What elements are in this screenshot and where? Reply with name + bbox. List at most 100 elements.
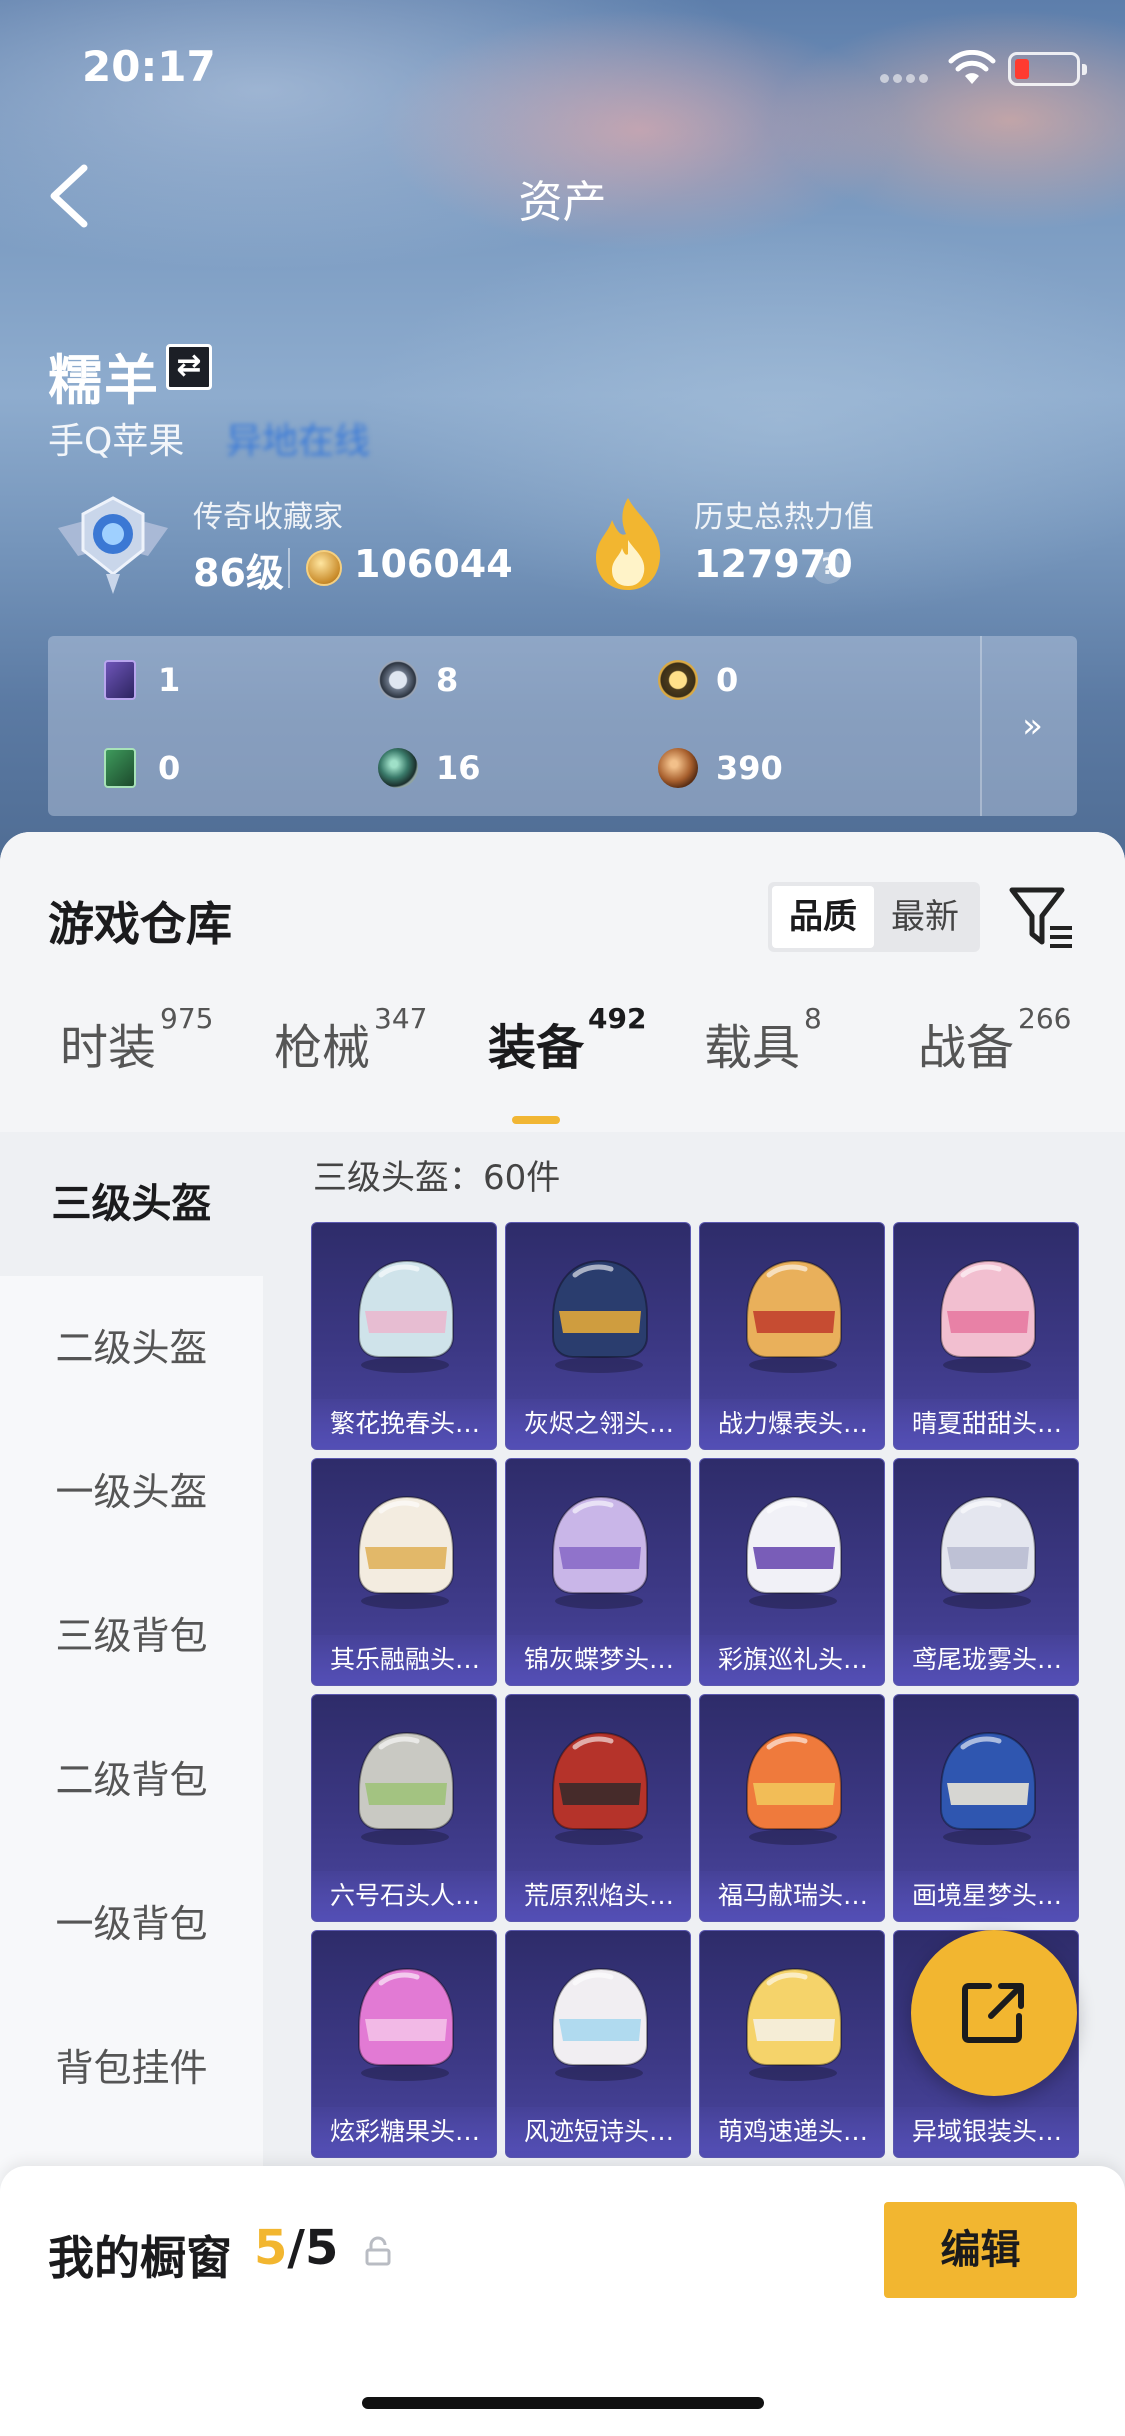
item-card[interactable]: 荒原烈焰头… <box>505 1694 691 1922</box>
item-name: 灰烬之翎头… <box>506 1399 690 1449</box>
tab-vehicles[interactable]: 载具8 <box>704 1002 822 1078</box>
asset-value: 0 <box>158 749 181 787</box>
tab-count: 347 <box>374 1002 428 1035</box>
sidebar-item-lv1-backpack[interactable]: 一级背包 <box>0 1852 263 1996</box>
helmet-icon <box>552 1495 648 1609</box>
asset-item: 16 <box>378 746 481 790</box>
helmet-icon <box>358 1731 454 1845</box>
helmet-icon <box>552 1731 648 1845</box>
item-name: 福马献瑞头… <box>700 1871 884 1921</box>
item-name: 锦灰蝶梦头… <box>506 1635 690 1685</box>
item-card[interactable]: 灰烬之翎头… <box>505 1222 691 1450</box>
item-card[interactable]: 晴夏甜甜头… <box>893 1222 1079 1450</box>
home-indicator <box>362 2397 764 2409</box>
gold-medal-icon <box>658 660 698 700</box>
asset-value: 0 <box>716 661 739 699</box>
helmet-icon <box>746 1967 842 2081</box>
filter-icon[interactable] <box>1006 882 1076 952</box>
sort-latest-button[interactable]: 最新 <box>874 886 976 948</box>
item-card[interactable]: 炫彩糖果头… <box>311 1930 497 2158</box>
tab-supplies[interactable]: 战备266 <box>918 1002 1071 1078</box>
tab-label: 枪械 <box>274 1020 371 1076</box>
helmet-icon <box>552 1967 648 2081</box>
online-status: 异地在线 <box>226 421 371 462</box>
item-card[interactable]: 六号石头人… <box>311 1694 497 1922</box>
tab-label: 装备 <box>488 1020 585 1076</box>
helmet-icon <box>552 1259 648 1373</box>
lock-icon <box>365 2236 391 2266</box>
cellular-signal-icon <box>880 74 932 84</box>
item-name: 其乐融融头… <box>312 1635 496 1685</box>
item-card[interactable]: 繁花挽春头… <box>311 1222 497 1450</box>
asset-item: 0 <box>658 658 738 702</box>
edit-button[interactable]: 编辑 <box>884 2202 1077 2298</box>
sidebar-item-lv2-backpack[interactable]: 二级背包 <box>0 1708 263 1852</box>
status-bar: 20:17 <box>0 0 1125 140</box>
asset-value: 390 <box>716 749 783 787</box>
battery-icon <box>1008 52 1087 86</box>
showcase-current: 5 <box>254 2220 288 2276</box>
asset-item: 390 <box>658 746 783 790</box>
asset-value: 16 <box>436 749 481 787</box>
item-card[interactable]: 彩旗巡礼头… <box>699 1458 885 1686</box>
collector-badge-icon <box>58 496 168 594</box>
item-name: 战力爆表头… <box>700 1399 884 1449</box>
sort-quality-button[interactable]: 品质 <box>772 886 874 948</box>
item-card[interactable]: 福马献瑞头… <box>699 1694 885 1922</box>
help-icon[interactable]: ? <box>812 552 844 584</box>
tab-equipment[interactable]: 装备492 <box>488 1002 646 1078</box>
asset-item: 0 <box>100 746 180 790</box>
tab-fashion[interactable]: 时装975 <box>60 1002 213 1078</box>
tab-label: 时装 <box>60 1020 157 1076</box>
more-assets-button[interactable]: » <box>980 636 1077 816</box>
category-tabs: 时装975 枪械347 装备492 载具8 战备266 <box>0 1002 1125 1124</box>
asset-item: 1 <box>100 658 180 702</box>
item-name: 彩旗巡礼头… <box>700 1635 884 1685</box>
item-card[interactable]: 锦灰蝶梦头… <box>505 1458 691 1686</box>
share-icon <box>962 1983 1024 2043</box>
category-count: 三级头盔：60件 <box>313 1158 561 1198</box>
tab-count: 492 <box>588 1002 647 1035</box>
item-card[interactable]: 战力爆表头… <box>699 1222 885 1450</box>
heat-title: 历史总热力值 <box>694 500 874 535</box>
helmet-icon <box>746 1495 842 1609</box>
helmet-icon <box>940 1259 1036 1373</box>
switch-account-icon[interactable]: ⇄ <box>166 344 212 390</box>
showcase-count: 5/5 <box>254 2220 338 2276</box>
tab-label: 战备 <box>918 1020 1015 1076</box>
sidebar-item-lv3-helmet[interactable]: 三级头盔 <box>0 1132 263 1276</box>
helmet-icon <box>358 1495 454 1609</box>
item-name: 萌鸡速递头… <box>700 2107 884 2157</box>
platform-label: 手Q苹果 <box>48 421 185 462</box>
item-name: 荒原烈焰头… <box>506 1871 690 1921</box>
player-level: 86级 <box>193 551 284 595</box>
warehouse-title: 游戏仓库 <box>48 897 232 951</box>
sidebar-item-lv3-backpack[interactable]: 三级背包 <box>0 1564 263 1708</box>
page-title: 资产 <box>518 177 607 228</box>
share-button[interactable] <box>911 1930 1077 2096</box>
silver-medal-icon <box>378 660 418 700</box>
item-card[interactable]: 其乐融融头… <box>311 1458 497 1686</box>
status-time: 20:17 <box>82 42 216 91</box>
warehouse-header: 游戏仓库 品质 最新 时装975 枪械347 装备492 载具8 战备266 <box>0 832 1125 1132</box>
helmet-icon <box>746 1731 842 1845</box>
item-card[interactable]: 鸢尾珑雾头… <box>893 1458 1079 1686</box>
tab-count: 266 <box>1018 1002 1072 1035</box>
sidebar-item-backpack-pendant[interactable]: 背包挂件 <box>0 1996 263 2140</box>
item-card[interactable]: 画境星梦头… <box>893 1694 1079 1922</box>
sidebar-item-lv2-helmet[interactable]: 二级头盔 <box>0 1276 263 1420</box>
tab-label: 载具 <box>704 1020 801 1076</box>
asset-value: 8 <box>436 661 459 699</box>
profile-header: 20:17 资产 糯羊 ⇄ 手Q苹果 异地在线 传奇收藏家 86级 106044… <box>0 0 1125 880</box>
asset-item: 8 <box>378 658 458 702</box>
helmet-icon <box>940 1731 1036 1845</box>
tab-weapons[interactable]: 枪械347 <box>274 1002 427 1078</box>
helmet-icon <box>940 1495 1036 1609</box>
asset-summary-panel[interactable]: 1 8 0 0 16 390 » <box>48 636 1077 816</box>
helmet-icon <box>358 1259 454 1373</box>
item-card[interactable]: 萌鸡速递头… <box>699 1930 885 2158</box>
sort-toggle: 品质 最新 <box>768 882 980 952</box>
item-card[interactable]: 风迹短诗头… <box>505 1930 691 2158</box>
bronze-coin-icon <box>658 748 698 788</box>
sidebar-item-lv1-helmet[interactable]: 一级头盔 <box>0 1420 263 1564</box>
